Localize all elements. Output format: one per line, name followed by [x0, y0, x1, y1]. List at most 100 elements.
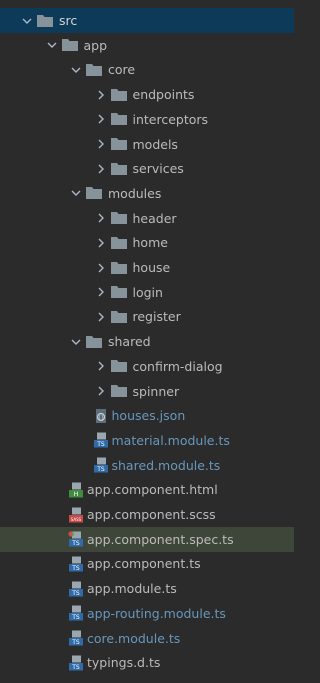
tree-file-row[interactable]: Happ.component.html — [0, 477, 294, 502]
chevron-down-icon[interactable] — [68, 185, 84, 201]
svg-text:TS: TS — [71, 565, 80, 572]
tree-item-label: confirm-dialog — [132, 358, 223, 374]
chevron-down-icon[interactable] — [68, 62, 84, 78]
tree-item-label: endpoints — [132, 87, 195, 103]
tree-item-label: house — [132, 260, 171, 275]
tree-item-label: app.module.ts — [87, 581, 177, 597]
tree-item-label: header — [132, 210, 177, 226]
folder-icon — [110, 162, 127, 176]
tree-folder-row[interactable]: endpoints — [0, 82, 294, 107]
folder-icon — [110, 359, 127, 373]
chevron-right-icon[interactable] — [93, 87, 109, 103]
tree-item-label: home — [132, 235, 168, 251]
folder-icon — [86, 186, 102, 200]
folder-icon — [110, 211, 127, 225]
svg-text:{}: {} — [97, 415, 103, 421]
tree-folder-row[interactable]: modules — [0, 181, 294, 206]
tree-item-label: app.component.scss — [87, 507, 216, 522]
tree-item-label: spinner — [132, 383, 180, 399]
svg-text:TS: TS — [96, 441, 105, 448]
tree-item-label: app.component.spec.ts — [87, 531, 234, 547]
tree-item-label: app-routing.module.ts — [87, 605, 226, 621]
svg-text:TS: TS — [71, 590, 80, 597]
tree-folder-row[interactable]: header — [0, 206, 294, 231]
chevron-right-icon[interactable] — [93, 383, 109, 399]
tree-file-row[interactable]: TS core.module.ts — [0, 626, 294, 651]
folder-icon — [86, 335, 102, 349]
tree-folder-row[interactable]: app — [0, 33, 294, 58]
ts-file-icon: TS — [68, 605, 84, 621]
tree-file-row[interactable]: TS app.component.ts — [0, 551, 294, 576]
tree-file-row[interactable]: {} houses.json — [0, 403, 294, 428]
tree-file-row[interactable]: TS typings.d.ts — [0, 650, 294, 675]
folder-icon — [86, 63, 102, 77]
tree-item-label: services — [132, 161, 184, 177]
tree-folder-row[interactable]: src — [0, 8, 294, 33]
folder-icon — [110, 310, 127, 324]
folder-icon — [61, 38, 78, 52]
chevron-right-icon[interactable] — [93, 235, 109, 251]
tree-folder-row[interactable]: confirm-dialog — [0, 354, 294, 379]
tree-folder-row[interactable]: shared — [0, 329, 294, 354]
tree-item-label: core.module.ts — [87, 630, 181, 646]
tree-file-row[interactable]: TS shared.module.ts — [0, 453, 294, 478]
chevron-right-icon[interactable] — [93, 210, 109, 226]
tree-item-label: typings.d.ts — [87, 655, 161, 671]
svg-text:SASS: SASS — [71, 517, 82, 522]
chevron-right-icon[interactable] — [93, 358, 109, 374]
chevron-down-icon[interactable] — [68, 334, 84, 350]
chevron-right-icon[interactable] — [93, 284, 109, 300]
tree-item-label: shared.module.ts — [111, 457, 221, 473]
folder-icon — [110, 137, 127, 151]
tree-file-row[interactable]: TS app-routing.module.ts — [0, 601, 294, 626]
tree-item-label: houses.json — [111, 408, 186, 424]
tree-item-label: app.component.ts — [87, 556, 201, 572]
chevron-down-icon[interactable] — [44, 37, 60, 53]
svg-text:H: H — [74, 491, 79, 498]
chevron-right-icon[interactable] — [93, 260, 109, 276]
chevron-right-icon[interactable] — [93, 161, 109, 177]
ts-file-icon: TS — [68, 630, 84, 646]
project-file-tree: src app core endpoints interceptors models ser… — [0, 0, 294, 683]
tree-item-label: modules — [108, 185, 162, 201]
folder-icon — [110, 112, 127, 126]
svg-text:TS: TS — [71, 639, 80, 646]
folder-icon — [110, 236, 127, 250]
tree-file-row[interactable]: TS app.component.spec.ts — [0, 526, 294, 552]
tree-folder-row[interactable]: services — [0, 156, 294, 181]
tree-folder-row[interactable]: home — [0, 230, 294, 255]
folder-icon — [110, 261, 127, 275]
tree-folder-row[interactable]: register — [0, 304, 294, 329]
sass-file-icon: SASS — [68, 507, 84, 523]
tree-file-row[interactable]: SASS app.component.scss — [0, 502, 294, 527]
chevron-right-icon[interactable] — [93, 309, 109, 325]
ts-spec-file-icon: TS — [68, 531, 84, 547]
tree-file-row[interactable]: TS material.module.ts — [0, 428, 294, 453]
tree-folder-row[interactable]: interceptors — [0, 107, 294, 132]
chevron-right-icon[interactable] — [93, 111, 109, 127]
html-file-icon: H — [68, 482, 84, 498]
tree-folder-row[interactable]: core — [0, 57, 294, 82]
ts-file-icon: TS — [93, 432, 109, 448]
folder-icon — [110, 285, 127, 299]
tree-folder-row[interactable]: spinner — [0, 379, 294, 404]
ts-file-icon: TS — [68, 581, 84, 597]
tree-item-label: src — [59, 13, 78, 28]
svg-text:TS: TS — [96, 466, 105, 473]
tree-item-label: models — [132, 136, 178, 152]
tree-item-label: interceptors — [132, 111, 209, 127]
json-file-icon: {} — [93, 408, 109, 424]
chevron-right-icon[interactable] — [93, 136, 109, 152]
svg-text:TS: TS — [71, 540, 80, 547]
chevron-down-icon[interactable] — [19, 13, 35, 29]
folder-icon — [110, 88, 127, 102]
tree-folder-row[interactable]: login — [0, 280, 294, 305]
svg-text:TS: TS — [71, 664, 80, 671]
tree-item-label: material.module.ts — [111, 432, 230, 448]
ts-file-icon: TS — [68, 556, 84, 572]
tree-folder-row[interactable]: models — [0, 132, 294, 157]
tree-file-row[interactable]: TS app.module.ts — [0, 576, 294, 601]
tree-item-label: login — [132, 284, 163, 300]
ts-file-icon: TS — [68, 655, 84, 671]
tree-folder-row[interactable]: house — [0, 255, 294, 280]
